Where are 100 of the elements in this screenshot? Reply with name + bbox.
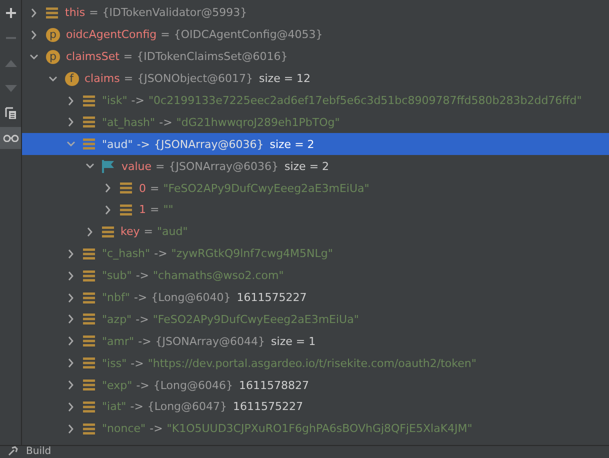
expand-chevron-icon[interactable] [67,292,75,303]
down-triangle-icon [4,84,16,92]
variable-name: key [120,225,140,238]
tree-row[interactable]: key = "aud" [22,220,609,243]
variable-name: "nbf" [102,291,130,304]
expand-chevron-icon[interactable] [67,314,75,324]
expand-chevron-icon[interactable] [67,117,75,128]
variable-name: "sub" [102,269,132,282]
tree-row[interactable]: "amr" -> {JSONArray@6044} size = 1 [22,330,609,352]
object-reference: {Long@6040} [151,291,231,304]
tree-row[interactable]: "nbf" -> {Long@6040} 1611575227 [22,286,609,308]
value-text: "FeSO2APy9DufCwyEeeg2aE3mEiUa" [163,182,370,195]
collapse-chevron-icon[interactable] [30,52,38,62]
variable-name: claimsSet [66,50,120,64]
expand-chevron-icon[interactable] [67,424,75,434]
variable-name: "iss" [102,356,127,370]
value-text: "dG21hwwqroJ289eh1PbTOg" [176,116,340,129]
flag-icon [102,160,114,173]
field-icon [83,292,95,304]
copy-icon [4,106,16,120]
operator: = [89,6,98,20]
expand-chevron-icon[interactable] [67,96,75,106]
object-reference: {JSONObject@6017} [137,72,254,86]
operator: = [150,182,160,195]
field-icon [83,400,95,413]
tree-row[interactable]: "at_hash" -> "dG21hwwqroJ289eh1PbTOg" [22,111,609,134]
operator: -> [136,378,150,392]
value-text: "aud" [156,225,188,238]
expand-chevron-icon[interactable] [30,8,38,18]
field-icon [83,422,95,435]
operator: = [144,225,153,238]
tree-row[interactable]: this = {IDTokenValidator@5993} [22,2,609,24]
object-reference: {IDTokenClaimsSet@6016} [136,50,288,64]
tree-row[interactable]: "iss" -> "https://dev.portal.asgardeo.io/t/risekite.com/oauth2/token" [22,352,609,374]
operator: = [156,160,165,173]
member-badge-icon: p [46,28,60,42]
object-reference: {Long@6046} [153,378,233,392]
variable-name: oidcAgentConfig [66,28,157,42]
build-tab[interactable]: Build [26,446,52,457]
expand-chevron-icon[interactable] [67,270,75,281]
glasses-button[interactable] [0,127,21,149]
tree-row[interactable]: "azp" -> "FeSO2APy9DufCwyEeeg2aE3mEiUa" [22,308,609,330]
tree-row[interactable]: "nonce" -> "K1O5UUD3CJPXuRO1F6ghPA6sBOVhGj8QFjE5XlaK4JM" [22,418,609,440]
size-label: size = 2 [284,160,330,173]
object-reference: {JSONArray@6036} [168,160,278,173]
expand-chevron-icon[interactable] [67,380,75,390]
operator: -> [154,247,168,260]
value-text: "0c2199133e7225eec2ad6ef17ebf5e6c3d51bc8909787ffd580b283b2dd76ffd" [148,94,582,107]
tree-row[interactable]: 0 = "FeSO2APy9DufCwyEeeg2aE3mEiUa" [22,177,609,200]
tree-row[interactable]: "aud" -> {JSONArray@6036} size = 2 [22,133,609,156]
member-badge-icon: p [46,50,60,64]
field-icon [83,335,95,348]
tree-row[interactable]: "iat" -> {Long@6047} 1611575227 [22,396,609,418]
value-text: 1611578827 [239,378,309,392]
operator: -> [131,94,144,107]
object-reference: {Long@6047} [147,400,228,414]
object-reference: {OIDCAgentConfig@4053} [174,28,323,42]
field-icon [120,182,132,194]
expand-chevron-icon[interactable] [104,183,112,194]
tree-row[interactable]: "sub" -> "chamaths@wso2.com" [22,264,609,287]
expand-chevron-icon[interactable] [67,402,75,412]
expand-chevron-icon[interactable] [104,204,112,215]
tree-row[interactable]: 1 = "" [22,199,609,221]
operator: = [123,50,133,64]
value-text: "chamaths@wso2.com" [153,269,284,282]
tree-row[interactable]: p claimsSet = {IDTokenClaimsSet@6016} [22,46,609,68]
tree-row[interactable]: f claims = {JSONObject@6017} size = 12 [22,68,609,90]
field-icon [83,138,95,150]
expand-chevron-icon[interactable] [67,336,75,346]
variable-name: value [122,160,152,173]
expand-chevron-icon[interactable] [30,30,38,40]
variable-name: this [65,6,86,20]
variable-name: "iat" [102,400,126,414]
glasses-icon [2,134,18,142]
operator: -> [134,291,148,304]
object-reference: {JSONArray@6044} [155,334,266,348]
value-text: 1611575227 [236,291,307,304]
expand-chevron-icon[interactable] [86,226,94,237]
operator: -> [136,138,150,151]
operator: -> [136,269,149,282]
operator: -> [130,400,144,414]
field-icon [83,313,95,326]
tree-row[interactable]: p oidcAgentConfig = {OIDCAgentConfig@4053} [22,24,609,46]
up-triangle-icon [4,60,16,66]
tree-row[interactable]: "isk" -> "0c2199133e7225eec2ad6ef17ebf5e6c3d51bc8909787ffd580b283b2dd76ffd" [22,90,609,112]
size-label: size = 12 [259,72,311,86]
member-badge-icon: f [64,72,78,86]
field-icon [83,379,95,392]
field-icon [83,357,95,370]
tree-row[interactable]: value = {JSONArray@6036} size = 2 [22,155,609,178]
expand-chevron-icon[interactable] [67,248,75,259]
operator: = [150,203,160,216]
tree-row[interactable]: "exp" -> {Long@6046} 1611578827 [22,374,609,396]
variable-name: 1 [139,203,146,216]
collapse-chevron-icon[interactable] [48,74,56,84]
variable-name: "nonce" [102,422,146,436]
expand-chevron-icon[interactable] [67,358,75,368]
operator: -> [138,334,152,348]
tree-row[interactable]: "c_hash" -> "zywRGtkQ9lnf7cwg4M5NLg" [22,242,609,265]
variable-name: "azp" [102,312,132,326]
